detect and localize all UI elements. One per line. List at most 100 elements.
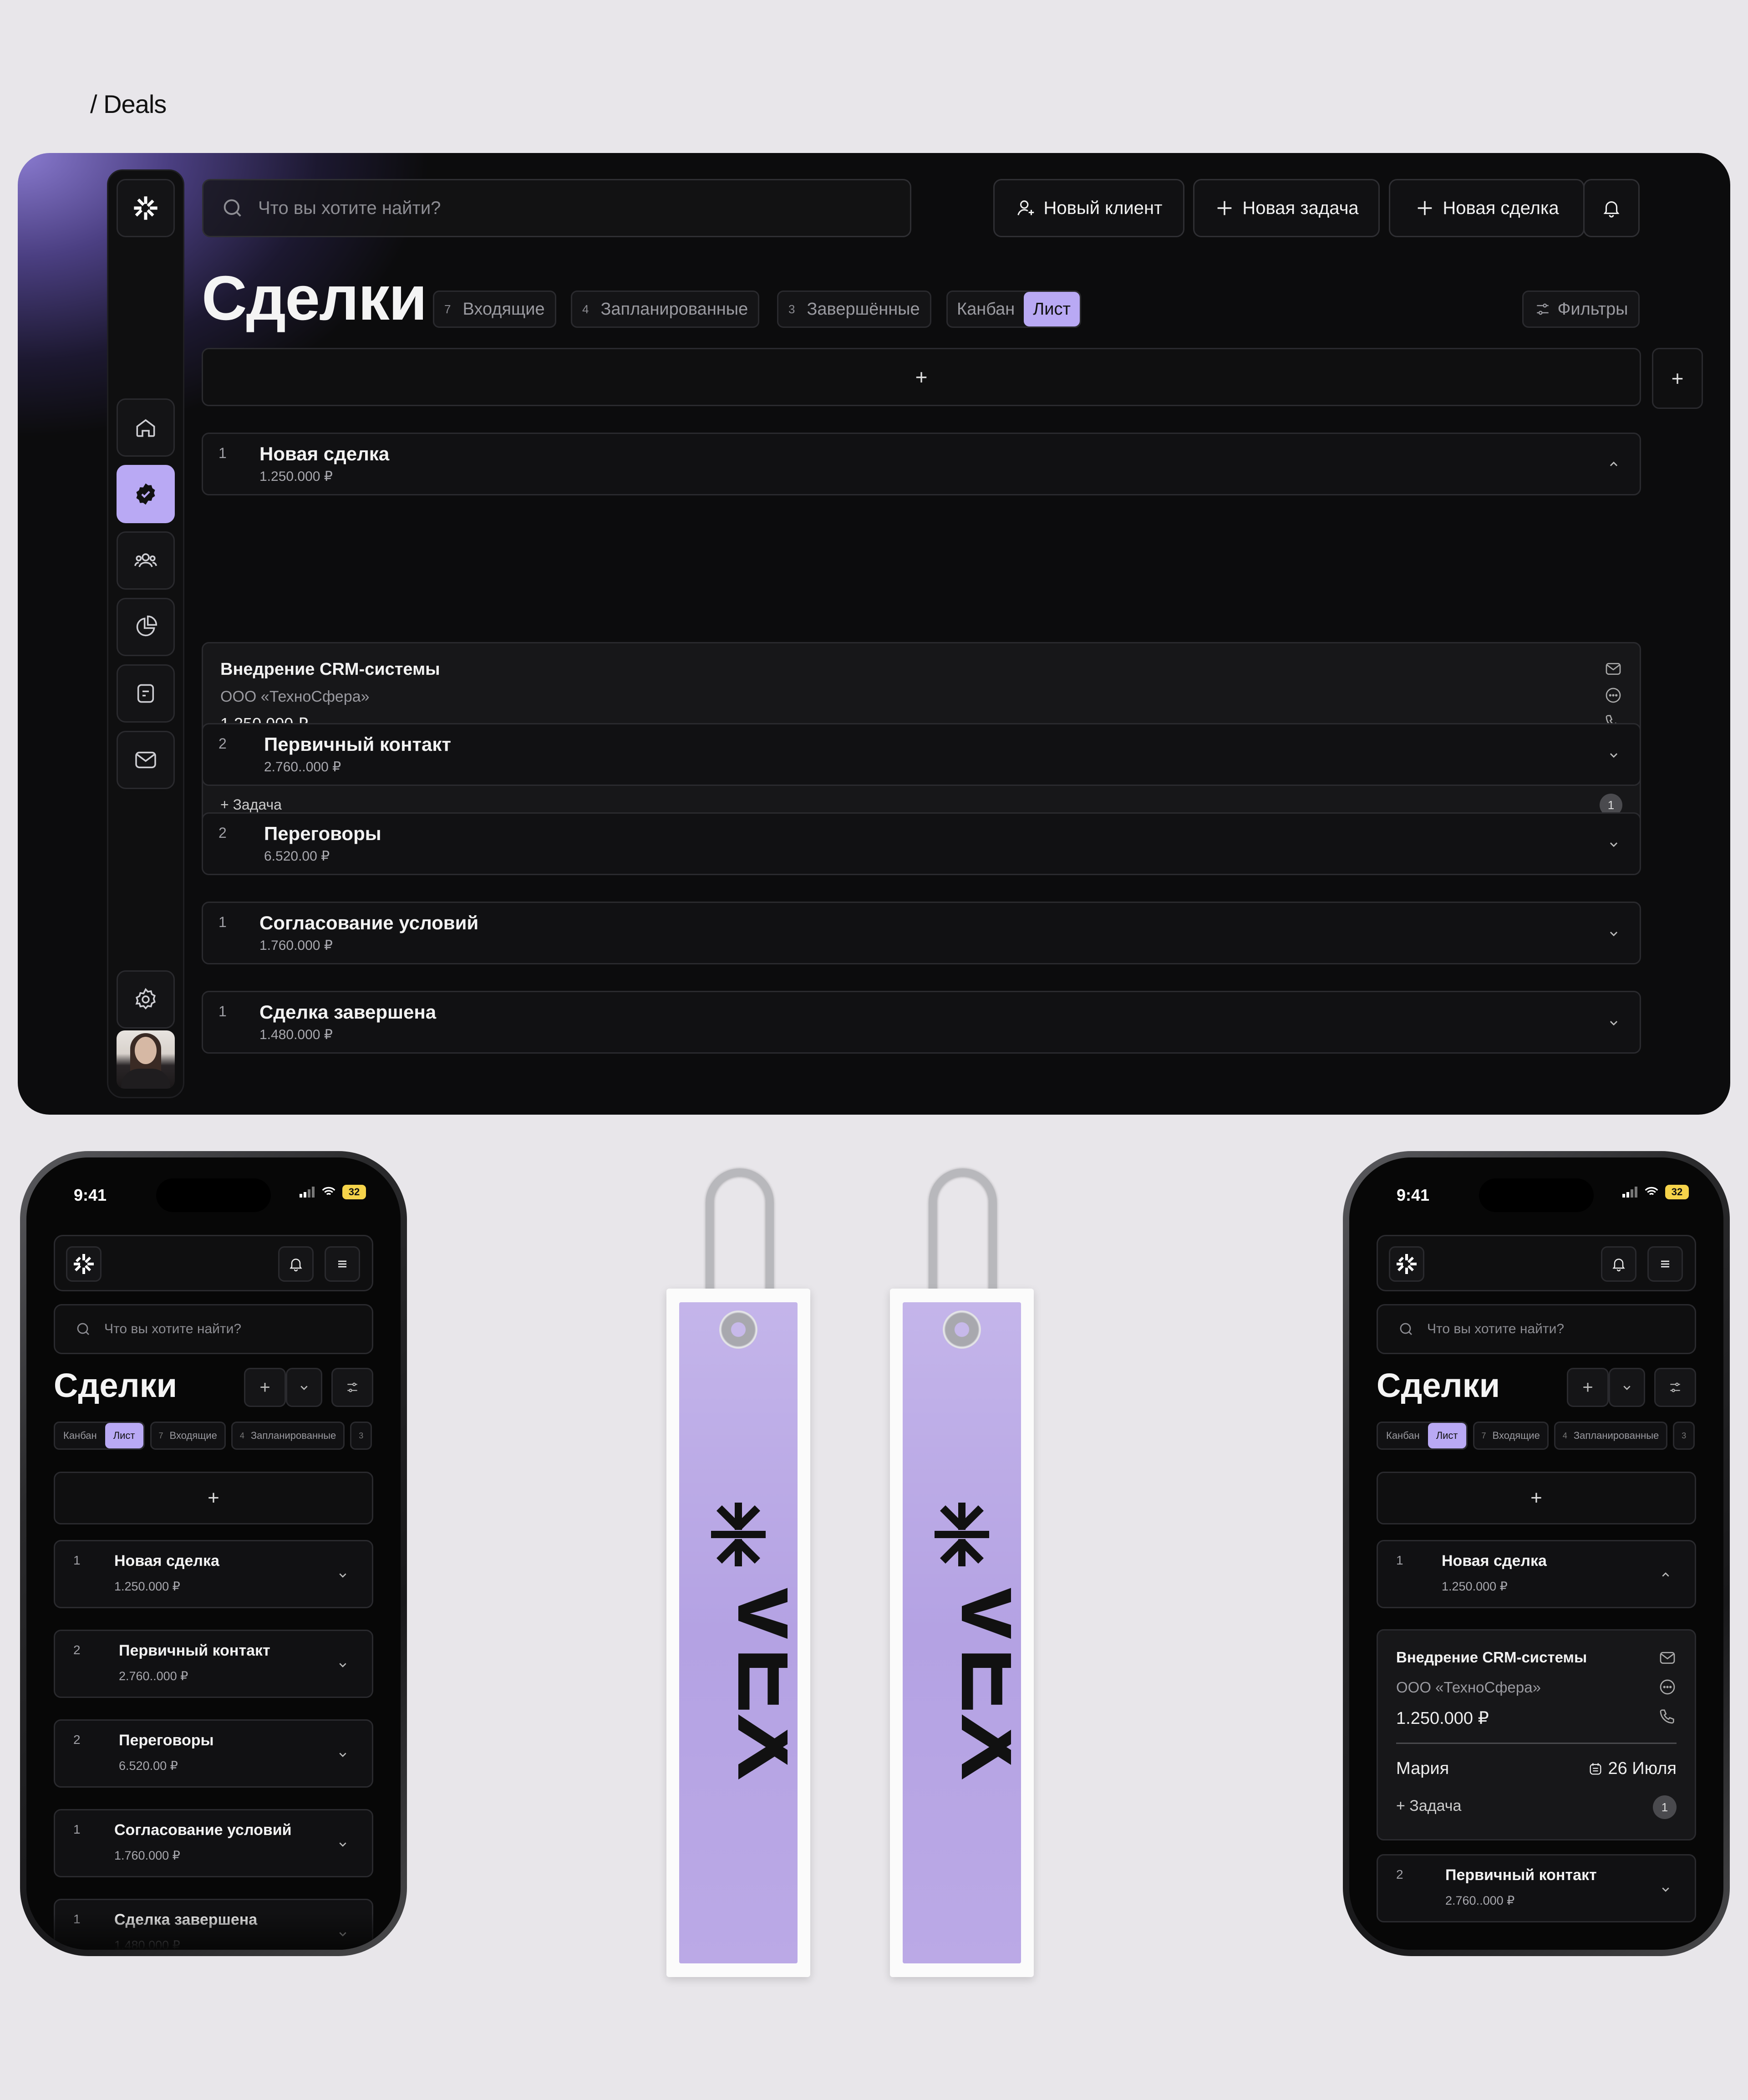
logo-button[interactable] [117, 179, 175, 237]
chat-icon[interactable] [1658, 1678, 1677, 1696]
sidebar-item-mail[interactable] [117, 731, 175, 789]
stage-title: Сделка завершена [259, 1001, 437, 1023]
user-avatar[interactable] [117, 1030, 175, 1089]
tab-completed[interactable]: 3 [350, 1422, 372, 1450]
add-column-button[interactable]: + [1652, 348, 1703, 409]
search-input[interactable]: Что вы хотите найти? [1377, 1304, 1696, 1354]
logo-button[interactable] [1389, 1246, 1424, 1282]
search-icon [1400, 1323, 1412, 1335]
chevron-down-icon[interactable] [335, 1657, 350, 1672]
view-list[interactable]: Лист [1428, 1423, 1466, 1448]
chevron-down-icon[interactable] [1658, 1882, 1673, 1896]
stage-count: 1 [218, 914, 227, 930]
tab-planned[interactable]: 4 Запланированные [1554, 1422, 1668, 1450]
page-title: Сделки [1377, 1366, 1500, 1404]
tab-completed[interactable]: 3 [1673, 1422, 1695, 1450]
chevron-down-icon[interactable] [1606, 926, 1621, 941]
sidebar-item-settings[interactable] [117, 970, 175, 1029]
stage-count: 1 [218, 1003, 227, 1019]
sidebar-item-home[interactable] [117, 398, 175, 457]
breadcrumb[interactable]: / Deals [90, 89, 167, 119]
new-task-button[interactable]: Новая задача [1193, 179, 1380, 237]
add-button[interactable]: + [244, 1368, 286, 1407]
notifications-button[interactable] [278, 1246, 314, 1282]
phone-icon[interactable] [1658, 1707, 1677, 1725]
stage-first-contact[interactable]: 2 Первичный контакт 2.760..000 ₽ [1377, 1854, 1696, 1922]
deal-amount: 1.250.000 ₽ [1396, 1709, 1489, 1728]
tab-incoming[interactable]: 7 Входящие [433, 291, 556, 328]
chevron-down-icon[interactable] [1606, 747, 1621, 763]
mail-icon[interactable] [1658, 1649, 1677, 1667]
tab-incoming[interactable]: 7 Входящие [1473, 1422, 1549, 1450]
search-input[interactable]: Что вы хотите найти? [202, 179, 911, 237]
add-task-link[interactable]: + Задача [220, 796, 282, 813]
chevron-up-icon[interactable] [1658, 1568, 1673, 1582]
mail-icon[interactable] [1604, 660, 1622, 678]
menu-button[interactable] [1647, 1246, 1683, 1282]
tab-label: Входящие [1492, 1430, 1540, 1441]
sidebar-item-notes[interactable] [117, 664, 175, 723]
stage-first-contact[interactable]: 2 Первичный контакт 2.760..000 ₽ [54, 1630, 373, 1698]
tab-count: 3 [359, 1431, 364, 1440]
filters-button[interactable]: Фильтры [1522, 291, 1640, 328]
stage-negotiations[interactable]: 2 Переговоры 6.520.00 ₽ [54, 1719, 373, 1788]
stage-new-deal[interactable]: 1 Новая сделка 1.250.000 ₽ [202, 433, 1641, 495]
stage-deal-closed[interactable]: 1 Сделка завершена 1.480.000 ₽ [202, 991, 1641, 1054]
stage-title: Переговоры [119, 1732, 214, 1749]
stage-title: Согласование условий [114, 1821, 292, 1839]
deal-company: ООО «ТехноСфера» [220, 688, 370, 705]
tab-incoming[interactable]: 7 Входящие [150, 1422, 226, 1450]
chevron-down-icon[interactable] [335, 1837, 350, 1851]
filters-button[interactable] [331, 1368, 373, 1407]
sidebar-item-deals[interactable] [117, 465, 175, 523]
sliders-icon [1536, 303, 1549, 315]
chevron-down-icon[interactable] [1606, 1015, 1621, 1030]
add-stage-button[interactable]: + [1377, 1472, 1696, 1524]
view-kanban[interactable]: Канбан [948, 292, 1024, 326]
search-input[interactable]: Что вы хотите найти? [54, 1304, 373, 1354]
view-list[interactable]: Лист [105, 1423, 143, 1448]
stage-new-deal[interactable]: 1 Новая сделка 1.250.000 ₽ [1377, 1540, 1696, 1608]
chevron-down-icon[interactable] [335, 1747, 350, 1762]
stage-new-deal[interactable]: 1 Новая сделка 1.250.000 ₽ [54, 1540, 373, 1608]
logo-button[interactable] [66, 1246, 102, 1282]
sidebar-item-analytics[interactable] [117, 598, 175, 656]
tab-planned[interactable]: 4 Запланированные [571, 291, 760, 328]
page-title: Сделки [202, 263, 427, 333]
add-stage-row-button[interactable]: + [202, 348, 1641, 406]
add-button[interactable]: + [1567, 1368, 1609, 1407]
tab-planned[interactable]: 4 Запланированные [231, 1422, 345, 1450]
notifications-button[interactable] [1601, 1246, 1636, 1282]
note-icon [137, 684, 154, 703]
tab-completed[interactable]: 3 Завершённые [777, 291, 931, 328]
chevron-down-icon[interactable] [1606, 836, 1621, 852]
sidebar-item-clients[interactable] [117, 531, 175, 590]
status-time: 9:41 [1397, 1186, 1430, 1204]
view-kanban[interactable]: Канбан [55, 1423, 105, 1448]
view-switcher: Канбан Лист [1377, 1422, 1468, 1450]
view-kanban[interactable]: Канбан [1378, 1423, 1428, 1448]
stage-terms-agreement[interactable]: 1 Согласование условий 1.760.000 ₽ [54, 1809, 373, 1877]
chat-icon[interactable] [1604, 686, 1622, 704]
stage-first-contact[interactable]: 2 Первичный контакт 2.760..000 ₽ [202, 723, 1641, 786]
view-list[interactable]: Лист [1024, 292, 1080, 326]
dropdown-button[interactable] [1609, 1368, 1645, 1407]
stage-negotiations[interactable]: 2 Переговоры 6.520.00 ₽ [202, 812, 1641, 875]
add-task-link[interactable]: + Задача [1396, 1797, 1461, 1815]
new-client-button[interactable]: Новый клиент [993, 179, 1184, 237]
stage-terms-agreement[interactable]: 1 Согласование условий 1.760.000 ₽ [202, 902, 1641, 964]
phone-screen: 9:41 32 Что вы хотите найти? Сделки + Ка… [1349, 1157, 1723, 1950]
filters-button[interactable] [1654, 1368, 1696, 1407]
plus-icon [1217, 201, 1232, 215]
keychain-tag-left: VEX [666, 1289, 810, 1977]
new-deal-button[interactable]: Новая сделка [1389, 179, 1585, 237]
chevron-down-icon[interactable] [335, 1568, 350, 1582]
add-stage-button[interactable]: + [54, 1472, 373, 1524]
menu-button[interactable] [325, 1246, 360, 1282]
dropdown-button[interactable] [286, 1368, 322, 1407]
notifications-button[interactable] [1583, 179, 1640, 237]
deal-card[interactable]: Внедрение CRM-системы ООО «ТехноСфера» 1… [1377, 1629, 1696, 1840]
deal-date-text: 26 Июля [1608, 1759, 1677, 1778]
stage-title: Новая сделка [1442, 1552, 1547, 1570]
chevron-up-icon[interactable] [1606, 457, 1621, 472]
